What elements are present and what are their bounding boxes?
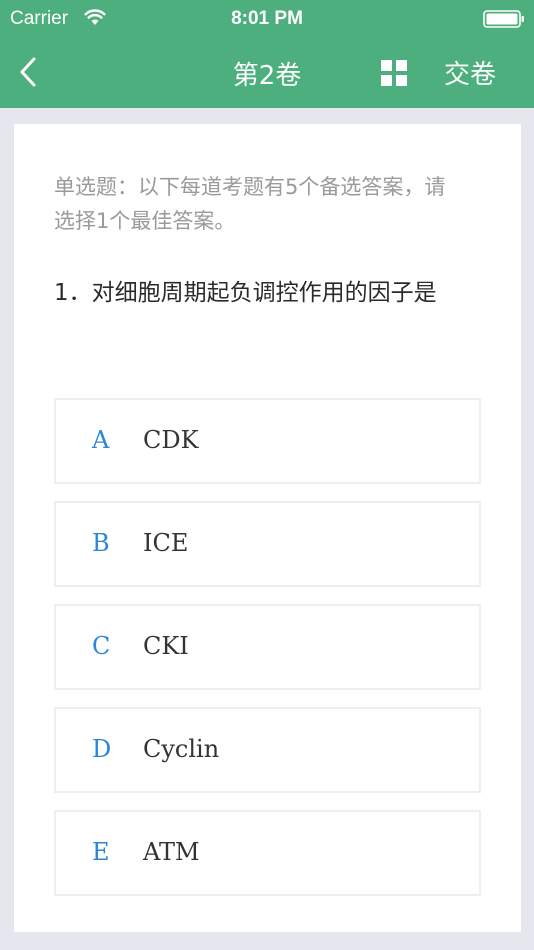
option-d[interactable]: D Cyclin <box>54 707 481 793</box>
option-text: CKI <box>143 632 189 660</box>
option-e[interactable]: E ATM <box>54 810 481 896</box>
option-b[interactable]: B ICE <box>54 501 481 587</box>
option-c[interactable]: C CKI <box>54 604 481 690</box>
status-time: 8:01 PM <box>231 8 303 29</box>
app-header: Carrier 8:01 PM 第2卷 交卷 <box>0 0 534 108</box>
answer-options: A CDK B ICE C CKI D Cyclin E ATM <box>54 398 481 913</box>
question-instruction: 单选题：以下每道考题有5个备选答案，请选择1个最佳答案。 <box>54 175 446 233</box>
option-text: ATM <box>143 838 200 866</box>
option-text: CDK <box>143 426 199 454</box>
option-a[interactable]: A CDK <box>54 398 481 484</box>
question-card: 单选题：以下每道考题有5个备选答案，请选择1个最佳答案。 1．对细胞周期起负调控… <box>14 124 521 932</box>
option-text: ICE <box>143 529 189 557</box>
status-bar: Carrier 8:01 PM <box>0 0 534 38</box>
grid-icon[interactable] <box>380 59 408 87</box>
navigation-bar: 第2卷 交卷 <box>0 38 534 108</box>
battery-icon <box>483 10 524 28</box>
option-text: Cyclin <box>143 735 220 763</box>
option-letter: E <box>92 838 110 866</box>
question-text: 1．对细胞周期起负调控作用的因子是 <box>54 280 437 306</box>
option-letter: A <box>92 426 110 454</box>
option-letter: C <box>92 632 111 660</box>
submit-exam-button[interactable]: 交卷 <box>444 54 496 91</box>
option-letter: D <box>92 735 112 763</box>
option-letter: B <box>92 529 110 557</box>
